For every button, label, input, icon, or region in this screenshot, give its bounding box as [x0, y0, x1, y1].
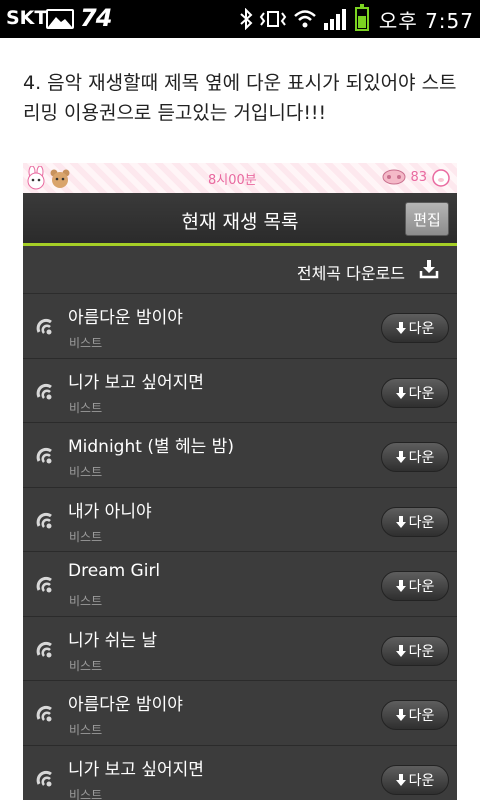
bunny-icon	[27, 166, 45, 190]
wifi-icon	[294, 10, 316, 28]
song-title[interactable]: Dream Girl	[68, 561, 160, 581]
streaming-icon	[36, 447, 52, 464]
download-arrow-icon	[395, 580, 406, 592]
song-row[interactable]: 니가 보고 싶어지면비스트 다운	[23, 359, 457, 423]
song-title[interactable]: 니가 보고 싶어지면	[68, 755, 204, 780]
download-button[interactable]: 다운	[381, 635, 449, 666]
song-artist: 비스트	[69, 658, 103, 673]
signal-icon	[323, 9, 346, 30]
song-artist: 비스트	[69, 594, 103, 608]
download-arrow-icon	[395, 515, 406, 528]
download-button-label: 다운	[408, 643, 435, 660]
battery-icon	[354, 4, 369, 31]
song-artist: 비스트	[69, 400, 103, 415]
download-button[interactable]: 다운	[381, 506, 449, 537]
download-button-label: 다운	[408, 579, 435, 595]
download-button[interactable]: 다운	[381, 313, 449, 343]
character-icons	[25, 166, 71, 190]
song-artist: 비스트	[69, 723, 103, 737]
download-icon[interactable]	[419, 259, 439, 279]
pig-icon	[432, 169, 450, 187]
song-row[interactable]: 니가 쉬는 날비스트 다운	[23, 617, 457, 681]
download-button[interactable]: 다운	[381, 442, 449, 472]
download-arrow-icon	[395, 451, 406, 463]
download-button-label: 다운	[408, 708, 435, 724]
download-button[interactable]: 다운	[381, 571, 449, 601]
bear-icon	[50, 169, 70, 188]
notification-count: 74	[80, 4, 112, 32]
article-text: 4. 음악 재생할때 제목 옆에 다운 표시가 되있어야 스트리밍 이용권으로 …	[23, 72, 457, 124]
banner-time: 8시00분	[208, 173, 257, 188]
image-icon	[46, 9, 74, 29]
download-arrow-icon	[395, 644, 406, 657]
download-button-label: 다운	[408, 385, 435, 402]
song-row[interactable]: 아름다운 밤이야비스트 다운	[23, 294, 457, 359]
song-title[interactable]: 아름다운 밤이야	[68, 690, 183, 715]
song-row[interactable]: Midnight (별 헤는 밤) 비스트 다운	[23, 423, 457, 488]
download-arrow-icon	[395, 386, 406, 399]
streaming-icon	[36, 383, 52, 399]
page-title: 현재 재생 목록	[181, 211, 299, 233]
download-arrow-icon	[395, 322, 406, 334]
song-row[interactable]: 아름다운 밤이야비스트 다운	[23, 681, 457, 746]
download-button-label: 다운	[408, 321, 435, 337]
song-title[interactable]: 니가 쉬는 날	[68, 626, 157, 651]
song-artist: 비스트	[69, 787, 103, 800]
download-all-row[interactable]: 전체곡 다운로드	[23, 246, 457, 294]
streaming-icon	[36, 318, 52, 335]
song-artist: 비스트	[69, 465, 103, 479]
song-artist: 비스트	[69, 336, 103, 350]
download-all-label[interactable]: 전체곡 다운로드	[297, 260, 405, 284]
status-bar: SKT 74 오후 7:57	[0, 0, 480, 38]
song-title[interactable]: 아름다운 밤이야	[68, 303, 183, 328]
song-artist: 비스트	[69, 529, 103, 544]
download-arrow-icon	[395, 709, 406, 721]
app-banner: 8시00분 83	[23, 163, 457, 193]
now-playing-panel: 현재 재생 목록 편집 전체곡 다운로드 아름다운 밤이야 비스트 다운 니가 보고 …	[23, 193, 457, 800]
streaming-icon	[36, 576, 52, 593]
streaming-icon	[36, 770, 52, 786]
song-title[interactable]: 니가 보고 싶어지면	[68, 368, 204, 393]
banner-status: 83	[382, 167, 451, 187]
download-button[interactable]: 다운	[381, 377, 449, 408]
streaming-icon	[36, 705, 52, 722]
panel-header: 현재 재생 목록 편집	[23, 193, 457, 246]
streaming-icon	[36, 512, 52, 528]
download-button-label: 다운	[408, 450, 435, 466]
song-title[interactable]: 내가 아니야	[68, 497, 152, 522]
song-row[interactable]: 니가 보고 싶어지면비스트 다운	[23, 746, 457, 800]
download-button[interactable]: 다운	[381, 764, 449, 795]
status-icons: 오후 7:57	[239, 4, 474, 33]
streaming-icon	[36, 641, 52, 657]
carrier-label: SKT	[6, 7, 48, 29]
download-button-label: 다운	[408, 514, 435, 531]
gamepad-icon	[382, 169, 406, 185]
vibrate-icon	[259, 11, 287, 27]
edit-button[interactable]: 편집	[405, 202, 449, 236]
song-row[interactable]: Dream Girl 비스트 다운	[23, 552, 457, 617]
song-title[interactable]: Midnight (별 헤는 밤)	[68, 432, 234, 457]
download-arrow-icon	[395, 773, 406, 786]
clock: 오후 7:57	[378, 8, 474, 33]
song-row[interactable]: 내가 아니야비스트 다운	[23, 488, 457, 552]
banner-level: 83	[410, 169, 427, 185]
download-button-label: 다운	[408, 772, 435, 789]
song-list: 아름다운 밤이야 비스트 다운 니가 보고 싶어지면 비스트 다운 Midnight (별 …	[23, 294, 457, 800]
download-button[interactable]: 다운	[381, 700, 449, 730]
bluetooth-icon	[240, 8, 253, 30]
